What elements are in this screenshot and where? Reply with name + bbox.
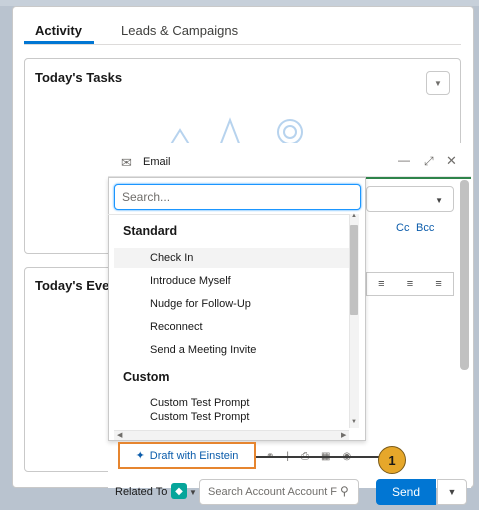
send-options-button[interactable]: ▼ <box>437 479 467 505</box>
menu-item-custom-test-prompt[interactable]: Custom Test Prompt <box>150 411 249 423</box>
send-button[interactable]: Send <box>376 479 436 505</box>
related-to-search-input[interactable]: Search Account Account F <box>199 479 359 505</box>
template-search-input[interactable]: Search... <box>114 184 361 210</box>
expand-icon[interactable]: ⤢ <box>424 154 434 169</box>
callout-marker: 1 <box>378 446 406 474</box>
tab-leads-campaigns[interactable]: Leads & Campaigns <box>121 23 238 38</box>
sparkle-icon: ✦ <box>135 450 145 462</box>
scroll-up-icon[interactable]: ▲ <box>351 213 357 219</box>
menu-item-send-meeting-invite[interactable]: Send a Meeting Invite <box>150 344 256 356</box>
chevron-down-icon[interactable]: ▼ <box>189 488 197 497</box>
menu-item-check-in[interactable]: Check In <box>150 252 193 264</box>
empty-state-illustration <box>169 117 303 147</box>
email-scrollbar[interactable] <box>460 180 469 370</box>
minimize-icon[interactable]: — <box>398 153 410 167</box>
menu-item-nudge-follow-up[interactable]: Nudge for Follow-Up <box>150 298 251 310</box>
close-icon[interactable]: ✕ <box>446 153 457 169</box>
draft-button-label: Draft with Einstein <box>149 449 239 462</box>
email-title: Email <box>143 156 171 168</box>
menu-item-custom-test-prompt[interactable]: Custom Test Prompt <box>150 397 249 409</box>
bcc-link[interactable]: Bcc <box>416 222 434 234</box>
menu-group-custom: Custom <box>123 370 170 384</box>
account-icon[interactable]: ◆ <box>171 483 187 499</box>
scroll-left-icon[interactable]: ◀ <box>117 431 122 439</box>
menu-group-standard: Standard <box>123 224 178 238</box>
related-to-label: Related To <box>115 486 168 498</box>
align-center-icon[interactable]: ≡ <box>407 278 413 290</box>
from-select[interactable]: ▼ <box>366 186 454 212</box>
scroll-right-icon[interactable]: ▶ <box>341 431 346 439</box>
menu-item-introduce-myself[interactable]: Introduce Myself <box>150 275 231 287</box>
scroll-down-icon[interactable]: ▼ <box>351 419 357 425</box>
todays-events-title: Today's Eve <box>35 278 110 293</box>
align-right-icon[interactable]: ≡ <box>435 278 441 290</box>
menu-scroll-thumb[interactable] <box>350 225 358 315</box>
callout-connector <box>256 456 380 458</box>
todays-tasks-title: Today's Tasks <box>35 70 123 85</box>
chevron-down-icon: ▼ <box>447 487 457 497</box>
menu-horizontal-scrollbar[interactable] <box>114 430 349 440</box>
tabs-divider <box>24 44 461 45</box>
envelope-icon: ✉ <box>121 155 132 170</box>
cc-link[interactable]: Cc <box>396 222 409 234</box>
draft-with-einstein-button[interactable]: ✦ Draft with Einstein <box>118 442 256 469</box>
menu-item-reconnect[interactable]: Reconnect <box>150 321 203 333</box>
search-icon: ⚲ <box>340 484 349 498</box>
chevron-down-icon: ▼ <box>434 78 442 88</box>
tasks-menu-button[interactable]: ▼ <box>426 71 450 95</box>
align-left-icon[interactable]: ≡ <box>378 278 384 290</box>
email-active-indicator <box>360 177 471 179</box>
chevron-down-icon: ▼ <box>435 196 443 205</box>
tab-activity[interactable]: Activity <box>35 23 82 38</box>
menu-divider <box>108 214 349 215</box>
alignment-toolbar: ≡ ≡ ≡ <box>366 272 454 296</box>
